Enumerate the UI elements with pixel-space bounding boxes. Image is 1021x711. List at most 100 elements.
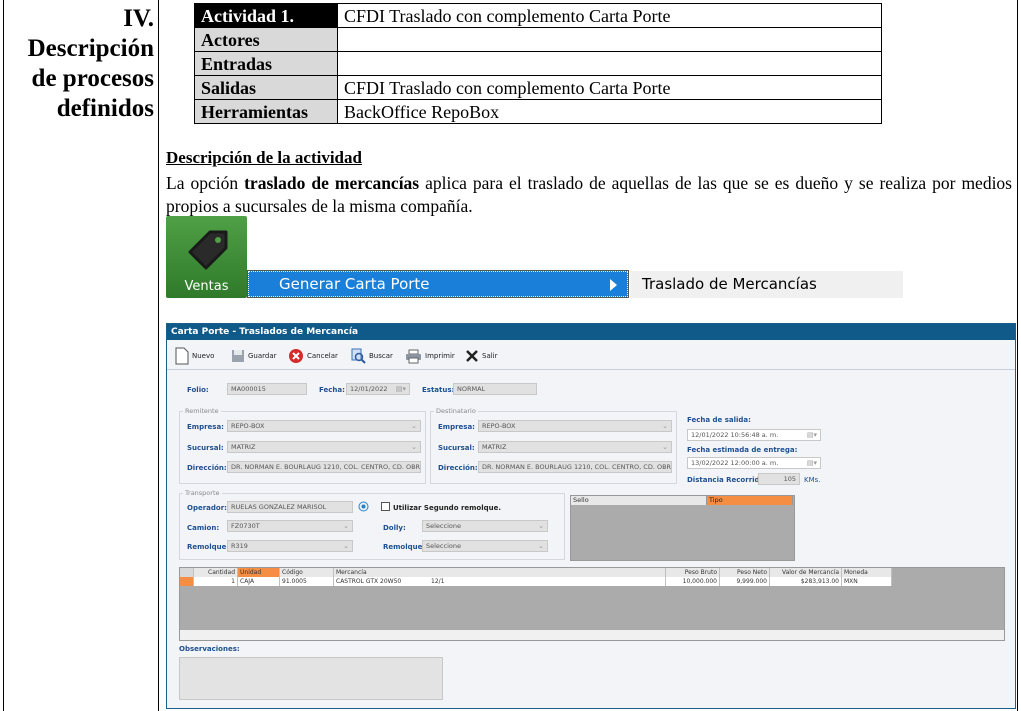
sello-grid[interactable]: Sello Tipo	[570, 495, 795, 561]
ventas-module-tile[interactable]: Ventas	[166, 216, 247, 298]
dolly-select[interactable]: Seleccione ⌄	[422, 520, 548, 532]
calendar-dropdown-icon: ▤▾	[806, 431, 817, 439]
column-header-sello[interactable]: Sello	[571, 496, 707, 505]
remitente-direccion-select[interactable]: DR. NORMAN E. BOURLAUG 1210, COL. CENTRO…	[227, 461, 421, 473]
distancia-label: Distancia Recorrida:	[687, 476, 768, 484]
folio-field[interactable]: MA000015	[227, 383, 307, 395]
transporte-title: Transporte	[183, 489, 222, 497]
chevron-down-icon: ⌄	[538, 542, 544, 550]
cancelar-label: Cancelar	[307, 352, 338, 360]
column-header-tipo[interactable]: Tipo	[707, 496, 793, 505]
chevron-down-icon: ⌄	[538, 522, 544, 530]
table-row: Herramientas BackOffice RepoBox	[194, 99, 882, 124]
sucursal-label: Sucursal:	[187, 444, 224, 452]
destinatario-empresa-select[interactable]: REPO-BOX ⌄	[478, 420, 672, 432]
fecha-entrega-value: 13/02/2022 12:00:00 a. m.	[691, 459, 779, 467]
printer-icon	[406, 349, 421, 363]
observaciones-textarea[interactable]	[179, 657, 443, 700]
fecha-salida-field[interactable]: 12/01/2022 10:56:48 a. m. ▤▾	[687, 429, 821, 441]
chevron-down-icon: ⌄	[662, 443, 668, 451]
section-title-line: de procesos	[31, 65, 154, 92]
section-title-line: definidos	[56, 95, 154, 122]
select-value: DR. NORMAN E. BOURLAUG 1210, COL. CENTRO…	[231, 463, 421, 471]
select-value: REPO-BOX	[231, 422, 265, 430]
guardar-button[interactable]: Guardar	[231, 346, 277, 366]
remitente-title: Remitente	[183, 407, 221, 415]
fecha-entrega-label: Fecha estimada de entrega:	[687, 446, 798, 454]
cancelar-button[interactable]: Cancelar	[288, 346, 338, 366]
empresa-label: Empresa:	[187, 423, 224, 431]
nuevo-button[interactable]: Nuevo	[175, 346, 214, 366]
destinatario-sucursal-select[interactable]: MATRIZ ⌄	[478, 441, 672, 453]
description-text-bold: traslado de mercancías	[244, 173, 420, 193]
operador-field: RUELAS GONZALEZ MARISOL	[227, 501, 353, 513]
remolque2-select[interactable]: Seleccione ⌄	[422, 540, 548, 552]
cell-peso-bruto: 10,000.000	[666, 577, 720, 586]
nuevo-label: Nuevo	[192, 352, 215, 360]
column-header[interactable]: Peso Bruto	[666, 568, 720, 577]
column-header[interactable]: Código	[280, 568, 334, 577]
cell-unidad: CAJA	[238, 577, 280, 586]
fecha-value: 12/01/2022	[350, 385, 388, 393]
toolbar: Nuevo Guardar Cancelar Buscar Imprimir S…	[167, 342, 1015, 370]
actores-value	[337, 27, 882, 52]
destinatario-direccion-select[interactable]: DR. NORMAN E. BOURLAUG 1210, COL. CENTRO…	[478, 461, 672, 473]
column-header[interactable]: Unidad	[238, 568, 280, 577]
operador-value: RUELAS GONZALEZ MARISOL	[231, 503, 327, 511]
estatus-label: Estatus:	[422, 386, 455, 394]
activity-value: CFDI Traslado con complemento Carta Port…	[337, 3, 882, 28]
description-title: Descripción de la actividad	[166, 148, 362, 167]
window-title: Carta Porte - Traslados de Mercancía	[167, 324, 1015, 340]
horizontal-scrollbar[interactable]	[180, 630, 1004, 640]
table-row: Salidas CFDI Traslado con complemento Car…	[194, 75, 882, 100]
chevron-down-icon: ⌄	[343, 542, 349, 550]
section-number: IV.	[123, 5, 154, 32]
table-row: Actividad 1. CFDI Traslado con complement…	[194, 3, 882, 28]
table-row: Entradas	[194, 51, 882, 76]
camion-select[interactable]: FZ0730T ⌄	[227, 520, 353, 532]
salidas-value: CFDI Traslado con complemento Carta Port…	[337, 75, 882, 100]
section-title-line: Descripción	[27, 35, 154, 62]
buscar-button[interactable]: Buscar	[350, 346, 393, 366]
items-grid[interactable]: Cantidad Unidad Código Mercancía Peso Br…	[179, 567, 1005, 641]
observaciones-label: Observaciones:	[179, 645, 240, 653]
salidas-key: Salidas	[194, 75, 338, 100]
row-selector-header	[180, 568, 194, 577]
column-header[interactable]: Moneda	[842, 568, 892, 577]
submenu-arrow-icon	[610, 279, 617, 291]
segundo-remolque-checkbox[interactable]	[381, 502, 390, 511]
column-header[interactable]: Cantidad	[194, 568, 238, 577]
column-header[interactable]: Mercancía	[334, 568, 666, 577]
remitente-empresa-select[interactable]: REPO-BOX ⌄	[227, 420, 421, 432]
submenu-item-traslado[interactable]: Traslado de Mercancías	[630, 271, 903, 298]
herramientas-key: Herramientas	[194, 99, 338, 124]
imprimir-label: Imprimir	[425, 352, 455, 360]
select-value: Seleccione	[426, 542, 461, 550]
column-divider	[158, 0, 159, 711]
salir-button[interactable]: Salir	[465, 346, 498, 366]
close-icon	[466, 350, 478, 362]
column-header[interactable]: Peso Neto	[720, 568, 770, 577]
fecha-entrega-field[interactable]: 13/02/2022 12:00:00 a. m. ▤▾	[687, 457, 821, 469]
estatus-field: NORMAL	[453, 383, 537, 395]
camion-label: Camion:	[187, 524, 220, 532]
description-text-part: La opción	[166, 173, 245, 193]
table-row[interactable]: 1 CAJA 91.0005 CASTROL GTX 20W50 12/1 10…	[180, 577, 892, 586]
distancia-field: 105	[758, 473, 800, 485]
row-selector[interactable]	[180, 577, 194, 586]
fecha-field[interactable]: 12/01/2022 ▤▾	[346, 383, 410, 395]
chevron-down-icon: ⌄	[411, 443, 417, 451]
cell-cantidad: 1	[194, 577, 238, 586]
select-value: DR. NORMAN E. BOURLAUG 1210, COL. CENTRO…	[482, 463, 672, 471]
column-header[interactable]: Valor de Mercancía	[770, 568, 842, 577]
select-value: MATRIZ	[231, 443, 256, 451]
imprimir-button[interactable]: Imprimir	[405, 346, 455, 366]
entradas-key: Entradas	[194, 51, 338, 76]
remolque-select[interactable]: R319 ⌄	[227, 540, 353, 552]
tag-icon	[188, 230, 228, 270]
menu-item-generar-carta-porte[interactable]: Generar Carta Porte	[247, 270, 629, 298]
operador-search-icon[interactable]	[358, 501, 369, 512]
remitente-sucursal-select[interactable]: MATRIZ ⌄	[227, 441, 421, 453]
actores-key: Actores	[194, 27, 338, 52]
buscar-label: Buscar	[369, 352, 393, 360]
